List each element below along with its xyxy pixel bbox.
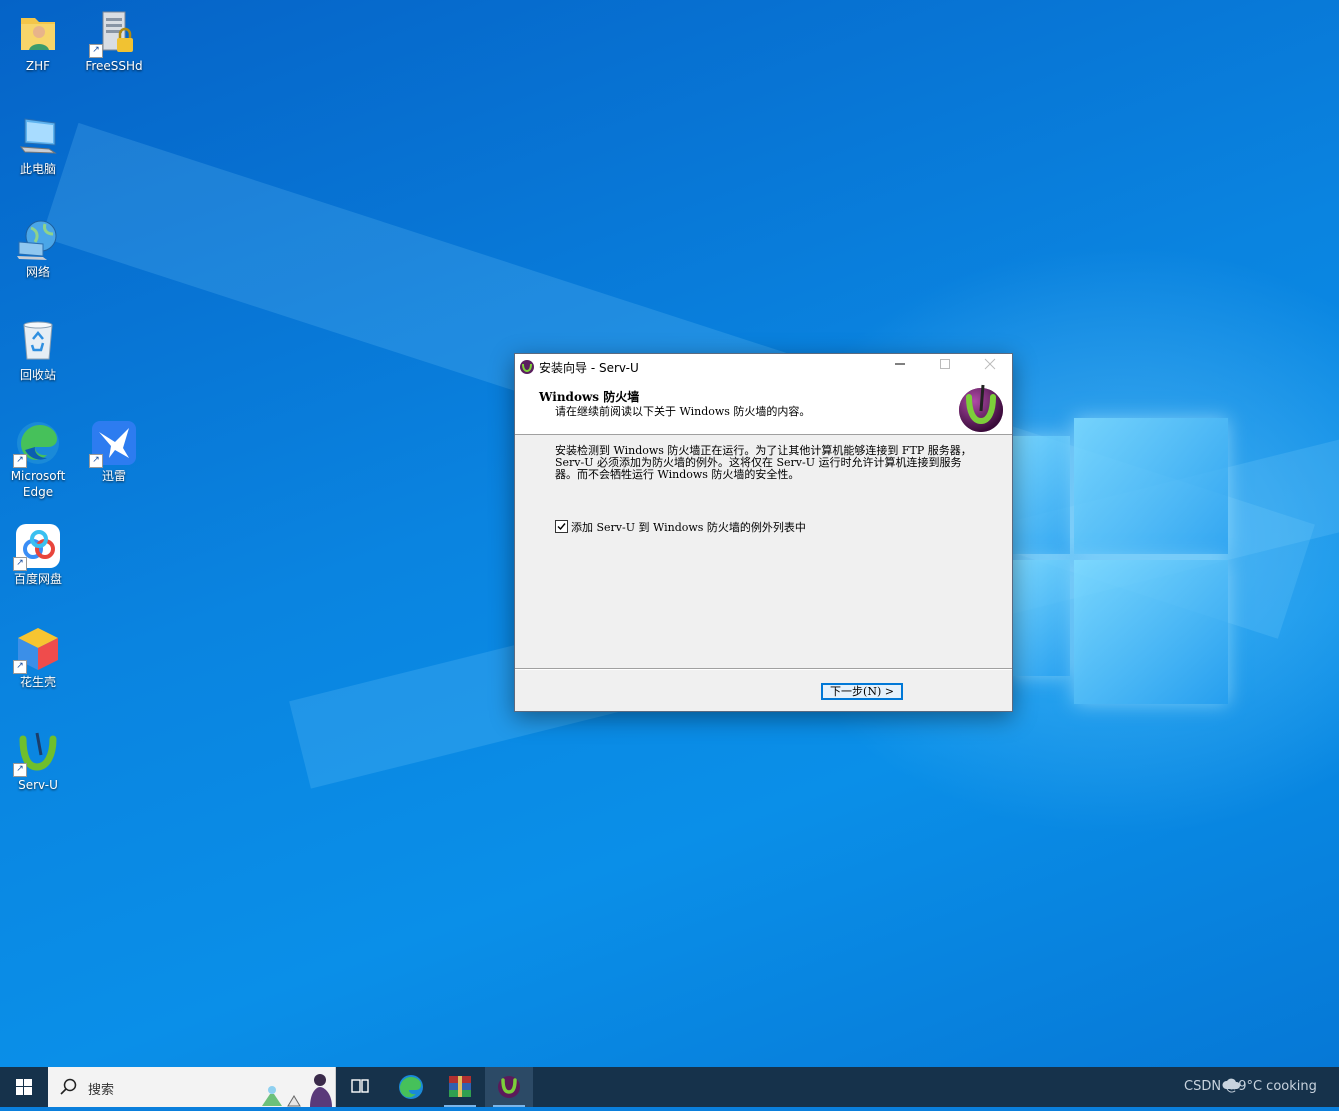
shortcut-arrow-icon: ↗ [13,660,27,674]
server-lock-icon: ↗ [89,10,137,58]
task-view-icon [351,1079,369,1093]
minimize-icon [894,363,905,365]
serv-u-app-icon [498,1076,520,1098]
taskbar-winrar[interactable] [436,1067,484,1107]
user-folder-icon [15,10,61,56]
desktop-icon-label: FreeSSHd [85,59,143,73]
task-view-button[interactable] [336,1067,384,1107]
recycle-bin-icon [15,319,61,365]
next-button[interactable]: 下一步(N) > [821,683,903,700]
desktop-icon-zhf[interactable]: ZHF [3,10,73,74]
desktop-icon-this-pc[interactable]: 此电脑 [3,113,73,177]
desktop-icon-serv-u[interactable]: ↗ Serv-U [3,729,73,793]
search-icon [60,1078,77,1095]
edge-browser-icon [399,1075,423,1099]
close-icon [984,358,995,370]
desktop-icon-label: 百度网盘 [13,572,62,586]
desktop-icon-label: 迅雷 [101,469,126,483]
winrar-archive-icon [449,1076,471,1097]
system-tray-text: CSDN @9°C cooking [1184,1079,1317,1094]
desktop-icon-freesshd[interactable]: ↗ FreeSSHd [79,10,149,74]
serv-u-app-icon [520,360,534,374]
desktop-icon-label: 花生壳 [19,675,56,689]
maximize-icon [939,359,950,369]
xunlei-bird-icon: ↗ [89,420,137,468]
serv-u-logo-icon: ↗ [13,729,61,777]
computer-icon [15,113,61,159]
firewall-description: 安装检测到 Windows 防火墙正在运行。为了让其他计算机能够连接到 FTP … [555,444,972,481]
start-button[interactable] [0,1067,48,1107]
windows-start-icon [16,1079,32,1095]
shortcut-arrow-icon: ↗ [13,557,27,571]
firewall-exception-checkbox[interactable] [555,520,568,533]
maximize-button[interactable] [922,354,967,380]
desktop-icon-edge[interactable]: ↗ Microsoft Edge [3,420,73,500]
desktop-icon-label: 网络 [25,265,50,279]
dialog-titlebar[interactable]: 安装向导 - Serv-U [515,354,1012,380]
serv-u-logo-icon [959,384,1003,432]
desktop-icon-xunlei[interactable]: ↗ 迅雷 [79,420,149,484]
taskbar-edge[interactable] [387,1067,435,1107]
desktop-icon-label: Microsoft Edge [10,469,66,499]
peanut-shell-cube-icon: ↗ [13,626,61,674]
shortcut-arrow-icon: ↗ [89,44,103,58]
shortcut-arrow-icon: ↗ [89,454,103,468]
desktop-icon-oray[interactable]: ↗ 花生壳 [3,626,73,690]
baidu-cloud-icon: ↗ [13,523,61,571]
taskbar: 搜索 CSDN @9°C cooking [0,1067,1339,1107]
firewall-exception-option[interactable]: 添加 Serv-U 到 Windows 防火墙的例外列表中 [555,519,806,535]
checkbox-label: 添加 Serv-U 到 Windows 防火墙的例外列表中 [571,521,806,534]
desktop-icon-label: 此电脑 [19,162,56,176]
desktop: ZHF ↗ FreeSSHd 此电脑 网络 回收站 ↗ Microsoft Ed… [0,0,1339,1067]
close-button[interactable] [967,354,1012,380]
checkmark-icon [557,523,566,531]
windows-logo-wallpaper [1010,418,1228,704]
setup-wizard-dialog: 安装向导 - Serv-U Windows 防火墙 请在继续前阅读以下关于 Wi… [514,353,1013,712]
shortcut-arrow-icon: ↗ [13,763,27,777]
search-highlight-illustration [262,1074,332,1107]
footer-divider [515,668,1012,670]
desktop-icon-label: ZHF [25,59,51,73]
desktop-icon-network[interactable]: 网络 [3,216,73,280]
wizard-header: Windows 防火墙 请在继续前阅读以下关于 Windows 防火墙的内容。 [515,380,1012,435]
desktop-icon-label: Serv-U [18,778,58,792]
taskbar-serv-u-setup[interactable] [485,1067,533,1107]
network-globe-icon [15,216,61,262]
minimize-button[interactable] [877,354,922,380]
dialog-title: 安装向导 - Serv-U [539,361,639,375]
edge-browser-icon: ↗ [13,420,61,468]
shortcut-arrow-icon: ↗ [13,454,27,468]
page-subtitle: 请在继续前阅读以下关于 Windows 防火墙的内容。 [555,405,811,418]
desktop-icon-recycle-bin[interactable]: 回收站 [3,319,73,383]
desktop-icon-label: 回收站 [19,368,56,382]
desktop-icon-baidu-netdisk[interactable]: ↗ 百度网盘 [3,523,73,587]
search-placeholder: 搜索 [88,1083,115,1098]
